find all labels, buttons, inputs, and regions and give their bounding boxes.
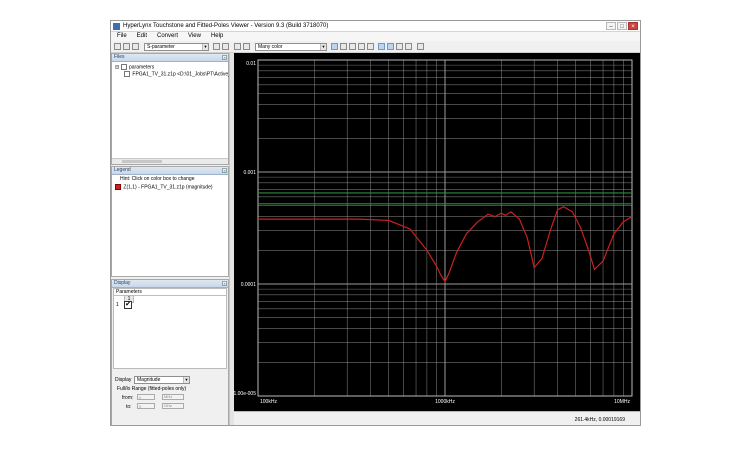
tree-file-label: FPGA1_TV_31.z1p <D:\01_Jobs\PT\Active_Jo… <box>132 71 239 78</box>
log-scale-icon[interactable] <box>387 43 394 50</box>
to-unit-select[interactable]: GHz <box>162 403 184 409</box>
color-mode-value: Many color <box>258 44 283 50</box>
undo-icon[interactable] <box>234 43 241 50</box>
menu-edit[interactable]: Edit <box>132 32 152 41</box>
collapse-icon[interactable]: ⊟ <box>115 64 119 70</box>
y-tick-label: 0.001 <box>243 170 256 176</box>
from-unit-value: MHz <box>164 394 173 399</box>
redo-icon[interactable] <box>243 43 250 50</box>
files-panel-header: Files × <box>112 54 228 62</box>
save-icon[interactable] <box>132 43 139 50</box>
to-label: to: <box>126 404 132 410</box>
app-icon <box>113 23 120 30</box>
x-tick-label: 100kHz <box>260 399 277 405</box>
to-field[interactable]: 0 <box>137 403 155 409</box>
toolbar: S-parameter ▼ Many color ▼ <box>111 41 640 53</box>
chart-curve-icon[interactable] <box>405 43 412 50</box>
files-panel: Files × ⊟ parameters FPGA1_TV_31.z1p <D:… <box>111 53 239 165</box>
close-icon[interactable]: × <box>222 168 227 173</box>
from-unit-select[interactable]: MHz <box>162 394 184 400</box>
parameter-type-select[interactable]: S-parameter ▼ <box>144 43 209 51</box>
plot-area[interactable]: 0.01 0.001 0.0001 1.00e-005 100kHz 1000kHz 10M… <box>233 53 641 411</box>
x-tick-label: 1000kHz <box>435 399 455 405</box>
title-bar: HyperLynx Touchstone and Fitted-Poles Vi… <box>111 21 640 32</box>
tree-root-label: parameters <box>128 64 155 71</box>
chevron-down-icon: ▼ <box>202 44 208 50</box>
impedance-chart[interactable]: 0.01 0.001 0.0001 1.00e-005 100kHz 1000kHz 10M… <box>233 53 641 411</box>
chart-line-icon[interactable] <box>396 43 403 50</box>
color-mode-select[interactable]: Many color ▼ <box>255 43 327 51</box>
parameter-type-value: S-parameter <box>147 44 175 50</box>
row-header-1: 1 <box>116 302 119 308</box>
scroll-thumb[interactable] <box>122 160 162 163</box>
maximize-button[interactable]: □ <box>617 22 627 30</box>
legend-color-swatch[interactable] <box>115 184 121 190</box>
parameters-grid: Parameters 1 1 ✔ <box>113 288 227 369</box>
menu-view[interactable]: View <box>183 32 206 41</box>
open-folder-icon[interactable] <box>114 43 121 50</box>
fit-all-icon[interactable] <box>367 43 374 50</box>
close-icon[interactable]: × <box>222 281 227 286</box>
zoom-in-icon[interactable] <box>331 43 338 50</box>
to-unit-value: GHz <box>164 403 172 408</box>
x-tick-label: 10MHz <box>614 399 630 405</box>
from-value: 0 <box>139 395 142 400</box>
legend-entry-label: Z(1,1) - FPGA1_TV_31.z1p (magnitude) <box>123 184 213 191</box>
legend-panel-header: Legend × <box>112 167 228 175</box>
fit-width-icon[interactable] <box>358 43 365 50</box>
print-icon[interactable] <box>417 43 424 50</box>
tree-root-row[interactable]: ⊟ parameters <box>115 64 154 70</box>
menu-convert[interactable]: Convert <box>152 32 183 41</box>
close-icon[interactable]: × <box>222 55 227 60</box>
zoom-out-icon[interactable] <box>340 43 347 50</box>
status-bar: 261.4kHz, 0.00019169 <box>234 411 640 425</box>
root-checkbox[interactable] <box>120 64 127 70</box>
zoom-box-icon[interactable] <box>349 43 356 50</box>
display-panel-header: Display × <box>112 280 228 288</box>
legend-entry[interactable]: Z(1,1) - FPGA1_TV_31.z1p (magnitude) <box>115 184 213 190</box>
range-label: Full/lo Range (fitted-poles only) <box>117 386 187 392</box>
chevron-down-icon: ▼ <box>320 44 326 50</box>
display-panel: Display × Parameters 1 1 ✔ Display Magni… <box>111 279 229 425</box>
linear-scale-icon[interactable] <box>378 43 385 50</box>
window-title: HyperLynx Touchstone and Fitted-Poles Vi… <box>123 23 329 29</box>
from-field[interactable]: 0 <box>137 394 155 400</box>
display-label: Display <box>115 377 132 383</box>
display-panel-title: Display <box>114 280 131 286</box>
close-button[interactable]: × <box>628 22 638 30</box>
to-value: 0 <box>139 404 142 409</box>
y-tick-label: 0.01 <box>246 61 256 67</box>
menu-file[interactable]: File <box>111 32 132 41</box>
menu-bar: File Edit Convert View Help <box>111 32 640 41</box>
legend-panel-title: Legend <box>114 167 131 173</box>
chevron-down-icon: ▼ <box>183 377 189 383</box>
files-panel-title: Files <box>114 54 125 60</box>
y-tick-label: 0.0001 <box>241 282 257 288</box>
legend-hint: Hint: Click on color box to change <box>120 176 195 182</box>
cursor-readout: 261.4kHz, 0.00019169 <box>574 417 625 423</box>
open-file-icon[interactable] <box>123 43 130 50</box>
display-mode-value: Magnitude <box>137 377 161 383</box>
check-all-icon[interactable] <box>222 43 229 50</box>
tree-file-row[interactable]: FPGA1_TV_31.z1p <D:\01_Jobs\PT\Active_Jo… <box>124 71 239 77</box>
menu-help[interactable]: Help <box>206 32 228 41</box>
viewer-window: HyperLynx Touchstone and Fitted-Poles Vi… <box>110 20 641 426</box>
parameter-checkbox-1-1[interactable]: ✔ <box>124 301 132 309</box>
legend-panel: Legend × Hint: Click on color box to cha… <box>111 166 229 277</box>
y-tick-label: 1.00e-005 <box>234 391 256 397</box>
minimize-button[interactable]: – <box>606 22 616 30</box>
display-mode-select[interactable]: Magnitude ▼ <box>134 376 190 384</box>
file-checkbox[interactable] <box>124 71 130 77</box>
check-icon[interactable] <box>213 43 220 50</box>
files-horizontal-scrollbar[interactable] <box>112 158 228 164</box>
from-label: from: <box>122 395 134 401</box>
